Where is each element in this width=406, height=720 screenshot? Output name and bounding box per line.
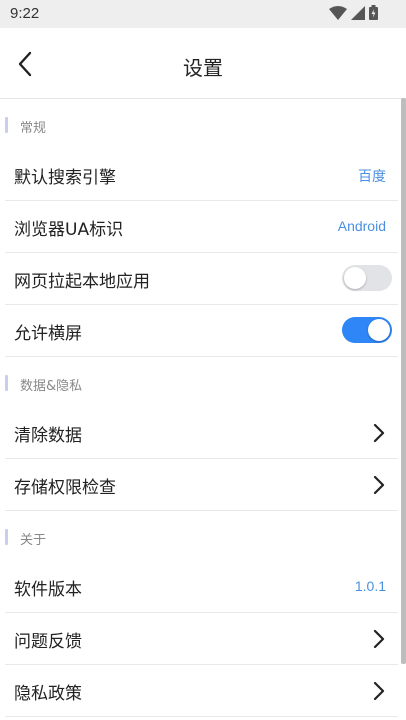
battery-icon: [369, 4, 378, 24]
row-label: 存储权限检查: [14, 478, 116, 498]
wifi-icon: [329, 5, 347, 24]
row-value: 1.0.1: [354, 578, 386, 594]
row-label: 清除数据: [14, 426, 82, 446]
chevron-right-icon: [372, 474, 386, 496]
chevron-right-icon: [372, 628, 386, 650]
section-title: 数据&隐私: [20, 379, 83, 394]
row-label: 问题反馈: [14, 632, 82, 652]
toggle-knob: [368, 319, 390, 341]
section-header-general: 常规: [0, 99, 406, 149]
page-title: 设置: [183, 56, 223, 80]
open-local-app-toggle[interactable]: [342, 265, 392, 291]
row-feedback[interactable]: 问题反馈: [5, 613, 398, 665]
chevron-right-icon: [372, 680, 386, 702]
status-bar: 9:22: [0, 0, 406, 28]
row-value: Android: [337, 218, 386, 234]
row-open-local-app: 网页拉起本地应用: [5, 253, 398, 305]
row-default-search-engine[interactable]: 默认搜索引擎 百度: [5, 149, 398, 201]
app-bar: 设置: [0, 28, 406, 99]
toggle-knob: [344, 267, 366, 289]
row-clear-data[interactable]: 清除数据: [5, 407, 398, 459]
row-label: 允许横屏: [14, 324, 82, 344]
section-bar: [5, 375, 8, 391]
chevron-right-icon: [372, 422, 386, 444]
status-icons: [329, 4, 378, 24]
row-privacy-policy[interactable]: 隐私政策: [5, 665, 398, 717]
section-title: 关于: [20, 533, 47, 548]
row-label: 默认搜索引擎: [14, 168, 116, 188]
row-allow-landscape: 允许横屏: [5, 305, 398, 357]
settings-list: 常规 默认搜索引擎 百度 浏览器UA标识 Android 网页拉起本地应用 允许…: [0, 99, 406, 720]
row-value: 百度: [358, 168, 386, 184]
row-software-version[interactable]: 软件版本 1.0.1: [5, 561, 398, 613]
section-bar: [5, 117, 8, 133]
row-storage-permission-check[interactable]: 存储权限检查: [5, 459, 398, 511]
section-header-about: 关于: [0, 511, 406, 561]
section-header-data-privacy: 数据&隐私: [0, 357, 406, 407]
scrollbar[interactable]: [401, 98, 406, 664]
row-label: 浏览器UA标识: [14, 220, 124, 240]
row-browser-ua[interactable]: 浏览器UA标识 Android: [5, 201, 398, 253]
signal-icon: [351, 5, 365, 24]
status-time: 9:22: [10, 5, 40, 22]
row-label: 隐私政策: [14, 684, 82, 704]
section-bar: [5, 529, 8, 545]
row-label: 软件版本: [14, 580, 82, 600]
allow-landscape-toggle[interactable]: [342, 317, 392, 343]
row-label: 网页拉起本地应用: [14, 272, 150, 292]
section-title: 常规: [20, 121, 47, 136]
